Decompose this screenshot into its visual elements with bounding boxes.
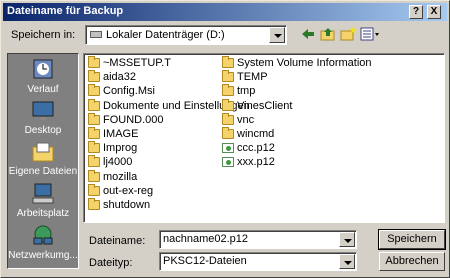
file-name: ~MSSETUP.T — [103, 57, 171, 69]
look-in-dropdown[interactable]: Lokaler Datenträger (D:) — [85, 25, 287, 45]
drive-icon — [90, 31, 102, 38]
help-button[interactable]: ? — [409, 5, 423, 19]
folder-icon — [222, 84, 234, 97]
file-name: FOUND.000 — [103, 113, 164, 126]
filename-label: Dateiname: — [89, 235, 146, 247]
certificate-file-icon — [222, 157, 234, 168]
folder-icon — [88, 169, 100, 182]
file-name: vnc — [237, 113, 255, 126]
folder-icon — [222, 127, 234, 139]
filetype-value: PKSC12-Dateien — [163, 255, 247, 267]
filename-input[interactable]: nachname02.p12 — [159, 230, 357, 249]
place-my-documents[interactable]: Eigene Dateien — [8, 140, 78, 177]
close-button[interactable]: X — [427, 5, 441, 19]
chevron-down-icon[interactable] — [339, 232, 355, 247]
filename-value: nachname02.p12 — [163, 233, 249, 245]
desktop-icon — [30, 99, 56, 123]
filetype-label: Dateityp: — [89, 257, 133, 269]
file-name: shutdown — [103, 199, 151, 211]
cancel-button[interactable]: Abbrechen — [379, 252, 445, 271]
back-arrow-icon[interactable] — [299, 25, 317, 43]
new-folder-icon[interactable] — [339, 25, 357, 43]
folder-icon — [88, 70, 100, 83]
file-name: xxx.p12 — [237, 156, 275, 169]
folder-icon — [222, 112, 234, 125]
file-name: Improg — [103, 142, 138, 155]
file-save-dialog: Dateiname für Backup ? X Speichern in: L… — [0, 0, 450, 278]
window-title: Dateiname für Backup — [7, 5, 124, 17]
place-network[interactable]: Netzwerkumg... — [8, 224, 78, 261]
file-name: out-ex-reg — [103, 184, 154, 197]
place-my-computer[interactable]: Arbeitsplatz — [8, 182, 78, 219]
folder-icon — [88, 155, 100, 168]
folder-icon — [88, 84, 100, 97]
file-name: Config.Msi — [103, 85, 155, 98]
file-name: lj4000 — [103, 156, 133, 169]
file-name: mozilla — [103, 170, 138, 183]
folder-icon — [222, 56, 234, 68]
my-documents-icon — [30, 140, 56, 164]
place-desktop[interactable]: Desktop — [8, 99, 78, 136]
places-bar: Verlauf Desktop Eigene Dateien Arbeitspl… — [7, 53, 79, 269]
save-button[interactable]: Speichern — [378, 229, 446, 250]
title-bar[interactable]: Dateiname für Backup ? X — [3, 3, 447, 21]
folder-icon — [88, 56, 100, 68]
file-name: ccc.p12 — [237, 142, 275, 155]
look-in-label: Speichern in: — [11, 29, 76, 41]
place-history[interactable]: Verlauf — [8, 58, 78, 95]
file-name: tmp — [237, 85, 256, 98]
chevron-down-icon[interactable] — [339, 254, 355, 269]
folder-icon — [88, 112, 100, 125]
view-menu-icon[interactable] — [359, 25, 381, 43]
folder-icon — [88, 198, 100, 210]
file-name: System Volume Information — [237, 57, 372, 69]
file-name: aida32 — [103, 71, 137, 84]
folder-icon — [222, 98, 234, 111]
file-name: TEMP — [237, 71, 268, 84]
file-name: VinesClient — [237, 99, 293, 112]
file-list[interactable]: ~MSSETUP.T aida32 Config.Msi Dokumente und … — [83, 53, 445, 223]
history-icon — [30, 58, 56, 82]
file-name: IMAGE — [103, 128, 139, 140]
folder-icon — [88, 98, 100, 111]
up-folder-icon[interactable] — [319, 25, 337, 43]
folder-icon — [88, 141, 100, 154]
folder-icon — [222, 70, 234, 83]
file-name: wincmd — [237, 128, 275, 140]
filetype-select[interactable]: PKSC12-Dateien — [159, 252, 357, 271]
folder-icon — [88, 127, 100, 139]
my-computer-icon — [30, 182, 56, 206]
look-in-value: Lokaler Datenträger (D:) — [106, 29, 225, 41]
certificate-file-icon — [222, 143, 234, 154]
folder-icon — [88, 183, 100, 196]
network-icon — [30, 224, 56, 248]
chevron-down-icon[interactable] — [269, 27, 285, 43]
